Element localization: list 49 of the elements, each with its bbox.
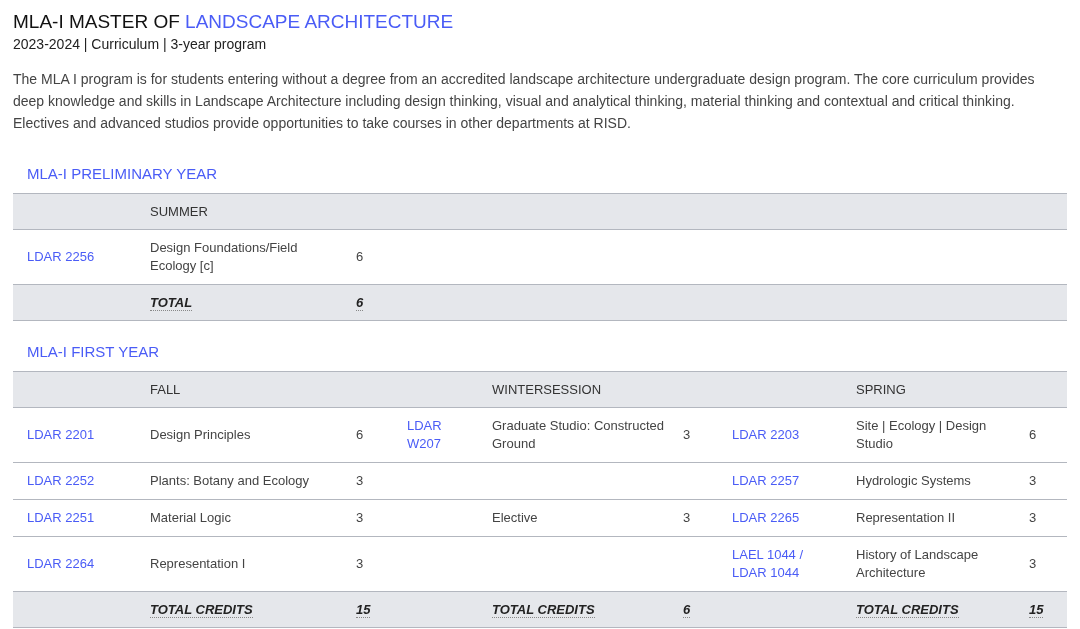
course-code-link[interactable]: LDAR W207 [407, 417, 464, 453]
course-credits: 3 [683, 407, 718, 463]
page-title: MLA-I MASTER OF LANDSCAPE ARCHITECTURE [13, 10, 455, 34]
course-credits: 6 [356, 407, 393, 463]
course-code-link[interactable]: LDAR 2201 [27, 426, 122, 444]
program-description: The MLA I program is for students entering without a degree from an accredited landscape architecture undergraduate design program. The core curriculum provides deep knowledge and skills in Landscape Architecture including design thinking, visual and analytical thinking, material thinking and contextual and critical thinking. Electives and advanced studios provide opportunities to take courses in other departments at RISD. [13, 70, 1036, 133]
course-code-link[interactable]: LDAR 2257 [732, 472, 828, 490]
total-label: TOTAL CREDITS [856, 601, 959, 618]
course-credits: 3 [1029, 499, 1067, 537]
course-title: History of Landscape Architecture [842, 536, 1029, 592]
course-title: Site | Ecology | Design Studio [842, 407, 1029, 463]
course-title: Graduate Studio: Constructed Ground [478, 407, 683, 463]
course-credits: 3 [356, 536, 393, 592]
course-code-link[interactable]: LDAR 2252 [27, 472, 122, 490]
course-credits: 3 [683, 499, 718, 537]
course-credits: 3 [1029, 536, 1067, 592]
course-title: Representation I [136, 536, 356, 592]
term-heading: WINTERSESSION [478, 371, 683, 408]
course-credits: 3 [1029, 462, 1067, 500]
course-code-link[interactable]: LDAR 2264 [27, 555, 122, 573]
term-heading: SPRING [842, 371, 1029, 408]
course-title: Hydrologic Systems [842, 462, 1029, 500]
subtitle: 2023-2024 | Curriculum | 3-year program [13, 35, 268, 53]
course-code-link[interactable]: LDAR 2265 [732, 509, 828, 527]
course-credits: 6 [356, 229, 393, 285]
course-code-link[interactable]: LAEL 1044 / LDAR 1044 [732, 546, 828, 582]
term-heading: FALL [136, 371, 356, 408]
course-title: Design Principles [136, 407, 356, 463]
course-title: Plants: Botany and Ecology [136, 462, 356, 500]
total-label: TOTAL CREDITS [492, 601, 595, 618]
term-heading: SUMMER [136, 193, 356, 230]
section-heading: MLA-I PRELIMINARY YEAR [26, 164, 219, 184]
total-label: TOTAL CREDITS [150, 601, 253, 618]
total-credits: 6 [683, 601, 691, 618]
course-code-link[interactable]: LDAR 2203 [732, 426, 828, 444]
course-title: Representation II [842, 499, 1029, 537]
total-credits: 6 [356, 294, 364, 311]
course-credits: 3 [356, 462, 393, 500]
course-title: Material Logic [136, 499, 356, 537]
total-label: TOTAL [150, 294, 193, 311]
course-title: Design Foundations/Field Ecology [c] [136, 229, 356, 285]
course-credits: 3 [356, 499, 393, 537]
course-title: Elective [478, 499, 683, 537]
total-credits: 15 [1029, 601, 1044, 618]
course-code-link[interactable]: LDAR 2256 [27, 248, 122, 266]
course-credits: 6 [1029, 407, 1067, 463]
total-credits: 15 [356, 601, 371, 618]
course-code-link[interactable]: LDAR 2251 [27, 509, 122, 527]
section-heading: MLA-I FIRST YEAR [26, 342, 160, 362]
